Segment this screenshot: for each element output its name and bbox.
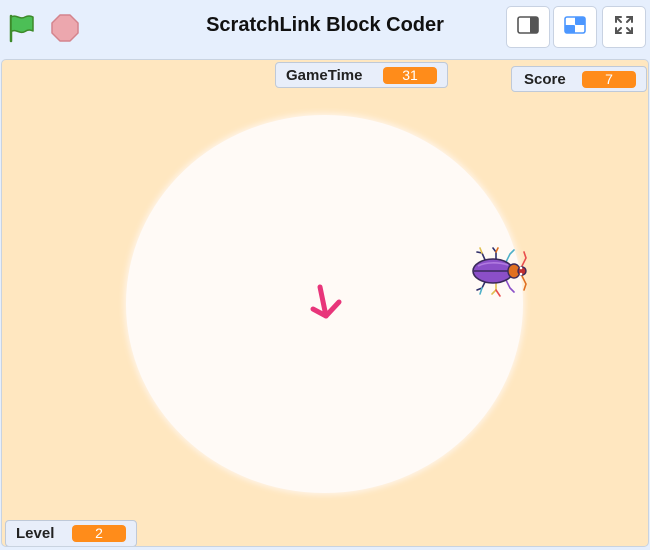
normal-stage-button[interactable] <box>553 6 597 48</box>
score-value: 7 <box>582 71 636 88</box>
level-monitor[interactable]: Level 2 <box>5 520 137 546</box>
normal-stage-icon <box>564 15 586 39</box>
small-stage-icon <box>517 15 539 39</box>
arrow-sprite[interactable] <box>305 280 347 331</box>
stage-canvas[interactable]: GameTime 31 Score 7 Level 2 <box>1 59 649 547</box>
level-value: 2 <box>72 525 126 542</box>
top-toolbar: ScratchLink Block Coder <box>0 0 650 57</box>
fullscreen-button[interactable] <box>602 6 646 48</box>
fullscreen-icon <box>614 15 634 40</box>
score-label: Score <box>524 70 566 88</box>
beetle-sprite[interactable] <box>468 244 532 305</box>
gametime-label: GameTime <box>286 66 363 84</box>
gametime-monitor[interactable]: GameTime 31 <box>275 62 448 88</box>
small-stage-button[interactable] <box>506 6 550 48</box>
level-label: Level <box>16 525 55 542</box>
green-flag-icon[interactable] <box>6 12 38 44</box>
stop-sign-icon[interactable] <box>49 12 81 44</box>
score-monitor[interactable]: Score 7 <box>511 66 647 92</box>
gametime-value: 31 <box>383 67 437 84</box>
